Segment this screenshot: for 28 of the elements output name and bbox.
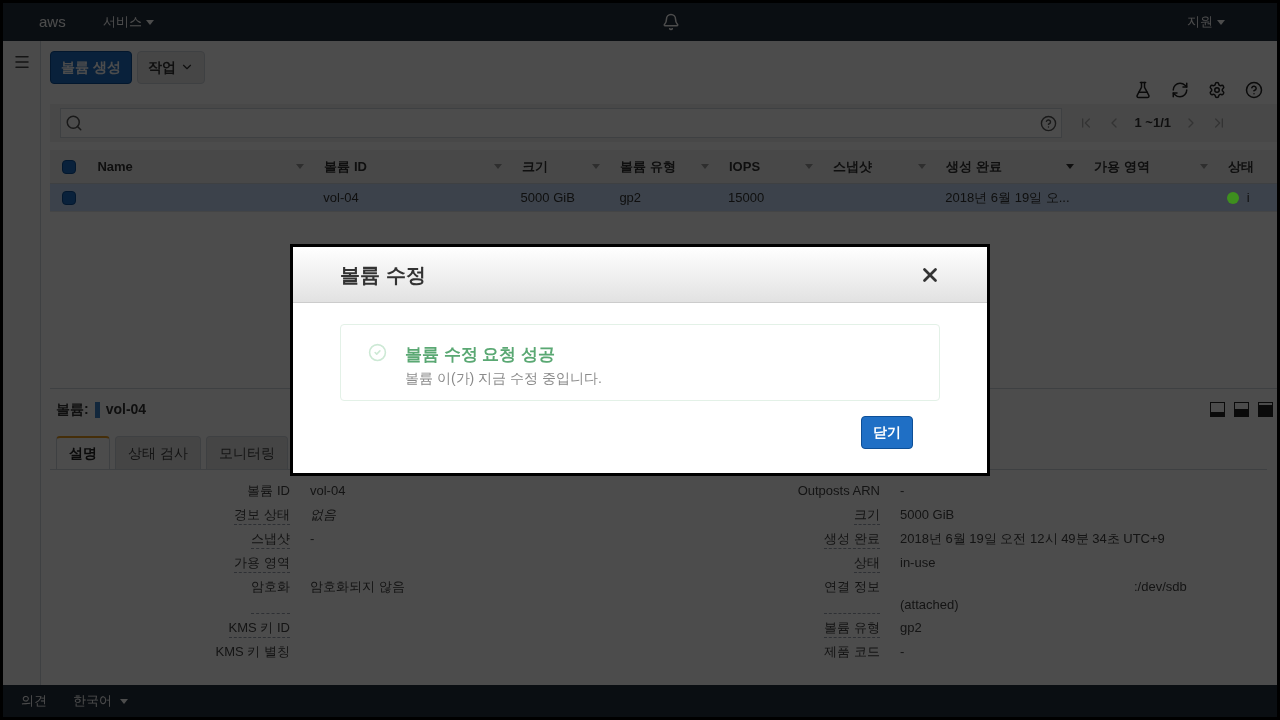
field-value: - (900, 482, 906, 500)
field-value: 2018년 6월 19일 오전 12시 49분 34초 UTC+9 (900, 530, 1166, 548)
alert-title: 볼륨 수정 요청 성공 (405, 344, 557, 366)
field-label: Outposts ARN (797, 482, 880, 500)
table-cell-text: gp2 (619, 188, 642, 207)
field-value: in-use (900, 554, 937, 572)
field-value: vol-04 (310, 482, 347, 500)
field-value: :/dev/sdb (1133, 578, 1188, 596)
close-button[interactable]: 닫기 (861, 416, 913, 449)
pagination-label: 1 ~1/1 (1134, 114, 1171, 133)
detail-label: 볼륨: (56, 400, 89, 419)
field-value: gp2 (900, 619, 923, 637)
table-cell-text: 5000 GiB (520, 188, 575, 207)
field-value: 5000 GiB (900, 506, 956, 524)
table-cell-text: 15000 (728, 188, 765, 207)
alert-message: 볼륨 이(가) 지금 수정 중입니다. (405, 368, 602, 388)
detail-title: vol-04 (105, 400, 147, 419)
check-icon (368, 343, 387, 362)
field-value: 없음 (310, 506, 337, 524)
feedback-link[interactable]: 의견 (21, 691, 47, 711)
table-cell-text: 2018년 6월 19일 오... (945, 188, 1070, 207)
field-value: (attached) (900, 596, 960, 614)
field-value: - (900, 643, 906, 661)
modal-title: 볼륨 수정 (340, 262, 426, 288)
field-label: 볼륨 ID (247, 482, 290, 500)
field-value: 암호화되지 않음 (310, 578, 406, 596)
field-value: - (310, 530, 316, 548)
table-cell-text: vol-04 (323, 188, 359, 207)
